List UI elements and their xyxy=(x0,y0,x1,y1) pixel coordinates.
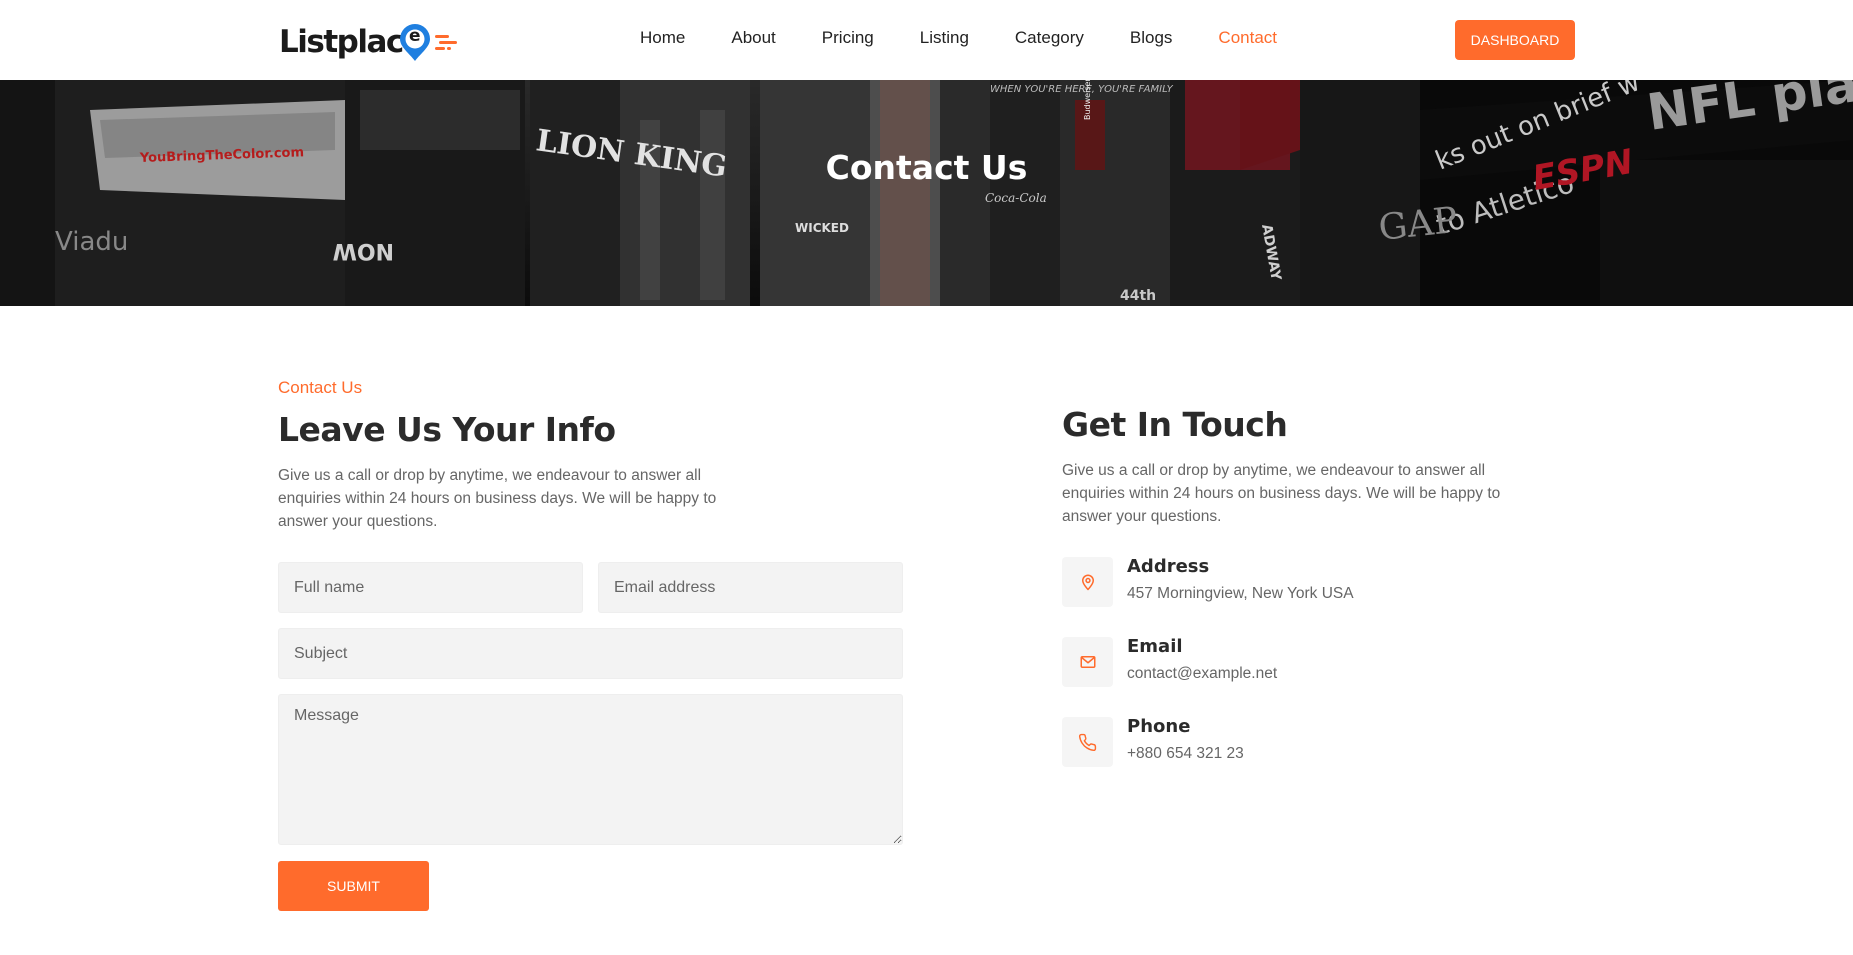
form-heading: Leave Us Your Info xyxy=(278,410,616,449)
subject-input[interactable] xyxy=(278,628,903,679)
nav-contact[interactable]: Contact xyxy=(1218,28,1277,48)
submit-button[interactable]: SUBMIT xyxy=(278,861,429,911)
page-title: Contact Us xyxy=(825,148,1028,187)
logo-text: Listplac xyxy=(279,24,404,60)
nav-listing[interactable]: Listing xyxy=(920,28,969,48)
email-label: Email xyxy=(1127,636,1183,657)
hero-sign-text: WHEN YOU'RE HERE, YOU'RE FAMILY xyxy=(990,84,1174,95)
nav-pricing[interactable]: Pricing xyxy=(822,28,874,48)
logo-letter: e xyxy=(409,26,421,46)
section-eyebrow: Contact Us xyxy=(278,378,363,397)
address-label: Address xyxy=(1127,556,1210,577)
phone-icon xyxy=(1062,717,1113,767)
phone-value[interactable]: +880 654 321 23 xyxy=(1127,745,1244,763)
dashboard-button[interactable]: DASHBOARD xyxy=(1455,20,1575,60)
hero-sign-text: Budweiser xyxy=(1083,80,1092,120)
main-nav: Home About Pricing Listing Category Blog… xyxy=(640,28,1323,48)
address-value: 457 Morningview, New York USA xyxy=(1127,585,1354,602)
hero-sign-text: NOW xyxy=(333,238,394,263)
phone-label: Phone xyxy=(1127,716,1191,737)
message-textarea[interactable] xyxy=(278,694,903,845)
map-pin-icon xyxy=(1062,557,1113,607)
form-description: Give us a call or drop by anytime, we en… xyxy=(278,467,717,530)
touch-heading: Get In Touch xyxy=(1062,405,1288,444)
logo[interactable]: Listplac e xyxy=(279,22,463,62)
hero-sign-text: Viadu xyxy=(55,227,128,257)
email-value[interactable]: contact@example.net xyxy=(1127,665,1277,683)
logo-speed-lines xyxy=(433,22,463,62)
nav-category[interactable]: Category xyxy=(1015,28,1084,48)
hero-sign-text: GAP xyxy=(1377,200,1460,249)
touch-description: Give us a call or drop by anytime, we en… xyxy=(1062,462,1501,525)
hero-sign-text: 44th xyxy=(1120,288,1156,304)
email-address-input[interactable] xyxy=(598,562,903,613)
nav-blogs[interactable]: Blogs xyxy=(1130,28,1173,48)
envelope-icon xyxy=(1062,637,1113,687)
full-name-input[interactable] xyxy=(278,562,583,613)
site-header: Listplac e Home About Pricing Listing Ca… xyxy=(0,0,1853,80)
nav-home[interactable]: Home xyxy=(640,28,685,48)
hero-background-image: YouBringTheColor.com NFL play ks out on … xyxy=(0,80,1853,306)
hero-sign-text: Coca-Cola xyxy=(985,191,1047,205)
nav-about[interactable]: About xyxy=(731,28,775,48)
logo-pin-icon: e xyxy=(397,22,433,62)
hero-sign-text: WICKED xyxy=(795,221,849,235)
hero-banner: YouBringTheColor.com NFL play ks out on … xyxy=(0,80,1853,306)
